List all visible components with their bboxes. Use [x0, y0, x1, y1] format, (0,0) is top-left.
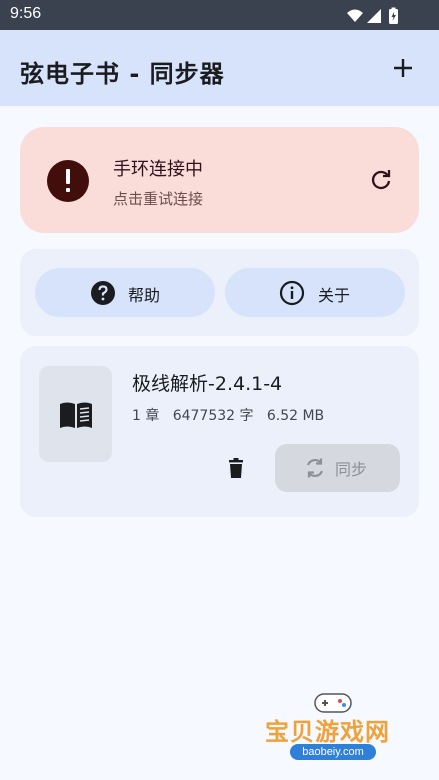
- book-cover: [39, 366, 112, 462]
- page-title: 弦电子书 - 同步器: [20, 60, 225, 88]
- watermark-text: 宝贝游戏网: [265, 718, 390, 746]
- info-icon: [279, 280, 305, 306]
- connection-title: 手环连接中: [113, 159, 203, 180]
- connection-card[interactable]: 手环连接中 点击重试连接: [20, 127, 419, 233]
- sync-icon: [306, 458, 324, 478]
- book-meta: 1 章 6477532 字 6.52 MB: [132, 408, 325, 424]
- sync-button[interactable]: 同步: [275, 444, 400, 492]
- actions-card: 帮助 关于: [20, 249, 419, 336]
- app-bar: 弦电子书 - 同步器: [0, 30, 439, 106]
- about-label: 关于: [318, 286, 351, 305]
- book-card: 极线解析-2.4.1-4 1 章 6477532 字 6.52 MB 同步: [20, 346, 419, 517]
- sync-label: 同步: [335, 460, 368, 479]
- error-icon: [47, 160, 89, 202]
- system-icons: [347, 7, 398, 24]
- refresh-icon[interactable]: [369, 168, 393, 192]
- book-title: 极线解析-2.4.1-4: [132, 373, 283, 395]
- help-label: 帮助: [128, 286, 161, 305]
- status-time: 9:56: [10, 5, 42, 22]
- connection-subtitle: 点击重试连接: [113, 190, 204, 208]
- gamepad-icon: [314, 693, 352, 713]
- watermark-logo: 宝贝游戏网 baobeiy.com: [260, 688, 410, 773]
- trash-icon[interactable]: [224, 456, 248, 480]
- status-bar: 9:56: [0, 0, 439, 30]
- watermark-url: baobeiy.com: [290, 744, 376, 760]
- help-button[interactable]: 帮助: [35, 268, 215, 317]
- help-icon: [91, 281, 115, 305]
- about-button[interactable]: 关于: [225, 268, 405, 317]
- plus-icon[interactable]: [391, 56, 415, 80]
- book-icon: [60, 402, 92, 428]
